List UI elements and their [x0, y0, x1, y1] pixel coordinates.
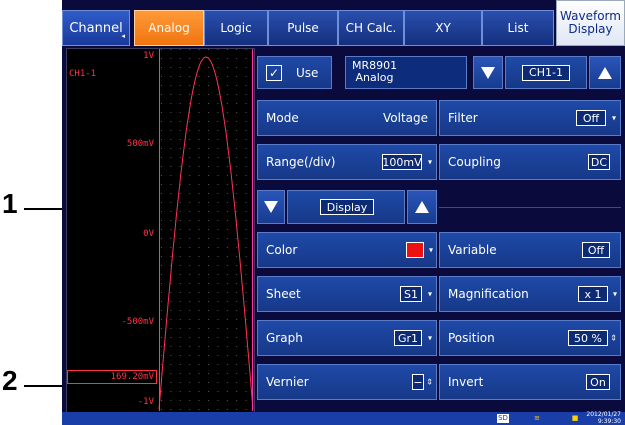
settings-panel: ✓ Use MR8901 Analog CH1-1 Mode Voltage F…	[253, 48, 625, 412]
tab-logic[interactable]: Logic	[204, 10, 268, 46]
scale-zero: 0V	[143, 229, 154, 239]
tab-pulse[interactable]: Pulse	[268, 10, 338, 46]
callout-1: 1	[2, 188, 18, 219]
channel-label: CH1-1	[69, 69, 97, 79]
graph-setting[interactable]: Graph Gr1 ▾	[257, 320, 437, 356]
display-divider	[439, 207, 621, 208]
tab-list[interactable]: List	[482, 10, 554, 46]
display-next-button[interactable]	[407, 190, 437, 224]
tab-bar: Channel ◂ Analog Logic Pulse CH Calc. XY …	[62, 0, 625, 46]
dropdown-icon: ▾	[427, 333, 432, 343]
plot-area	[159, 49, 253, 411]
scale-500mv: 500mV	[126, 139, 154, 149]
dropdown-icon: ▾	[611, 113, 616, 123]
module-name: MR8901 Analog	[345, 56, 467, 89]
display-prev-button[interactable]	[257, 190, 285, 224]
channel-next-button[interactable]	[589, 56, 621, 89]
tab-xy[interactable]: XY	[404, 10, 482, 46]
filter-setting[interactable]: Filter Off ▾	[439, 100, 621, 136]
dropdown-icon: ▾	[427, 157, 432, 167]
scale-neg-500mv: -500mV	[121, 317, 154, 327]
scale-top: 1V	[143, 51, 154, 61]
tab-channel[interactable]: Channel ◂	[62, 10, 130, 46]
callout-2: 2	[2, 365, 18, 396]
mode-setting[interactable]: Mode Voltage	[257, 100, 437, 136]
sd-card-icon: SD	[497, 414, 509, 423]
triangle-up-icon	[598, 66, 612, 79]
coupling-setting[interactable]: Coupling DC	[439, 144, 621, 180]
triangle-up-icon	[415, 201, 429, 213]
vernier-setting[interactable]: Vernier − ⇕	[257, 364, 437, 400]
power-icon: ■	[571, 414, 579, 422]
dropdown-icon: ▾	[427, 289, 432, 299]
triangle-down-icon	[481, 66, 495, 79]
variable-setting[interactable]: Variable Off	[439, 232, 621, 268]
scale-bottom: -1V	[137, 397, 154, 407]
use-checkbox[interactable]: ✓	[266, 64, 282, 81]
spinner-icon: ⇕	[426, 377, 433, 387]
submenu-indicator-icon: ◂	[121, 32, 125, 40]
status-bar: SD ≡ ■ 2012/01/27 9:39:30	[62, 411, 625, 425]
position-setting[interactable]: Position 50 % ⇕	[439, 320, 621, 356]
triangle-down-icon	[264, 201, 278, 213]
channel-selector[interactable]: CH1-1	[505, 56, 587, 89]
color-swatch	[406, 242, 424, 258]
waveform-panel[interactable]: CH1-1 1V 500mV 0V -500mV -1V 169.20mV	[66, 48, 255, 414]
tab-analog[interactable]: Analog	[134, 10, 204, 46]
tab-waveform-display[interactable]: Waveform Display	[556, 0, 625, 46]
sheet-setting[interactable]: Sheet S1 ▾	[257, 276, 437, 312]
magnification-setting[interactable]: Magnification x 1 ▾	[439, 276, 621, 312]
device-screen: Channel ◂ Analog Logic Pulse CH Calc. XY …	[62, 0, 625, 425]
dropdown-icon: ▾	[612, 289, 617, 299]
tab-ch-calc[interactable]: CH Calc.	[338, 10, 404, 46]
color-setting[interactable]: Color ▾	[257, 232, 437, 268]
invert-setting[interactable]: Invert On	[439, 364, 621, 400]
spinner-icon: ⇕	[610, 333, 617, 343]
clock: 2012/01/27 9:39:30	[586, 411, 621, 425]
use-toggle[interactable]: ✓ Use	[257, 56, 332, 89]
channel-prev-button[interactable]	[473, 56, 503, 89]
usb-icon: ≡	[534, 414, 540, 422]
vernier-readout: 169.20mV	[110, 372, 154, 382]
range-setting[interactable]: Range(/div) 100mV ▾	[257, 144, 437, 180]
dropdown-icon: ▾	[428, 245, 433, 255]
display-section[interactable]: Display	[287, 190, 405, 224]
